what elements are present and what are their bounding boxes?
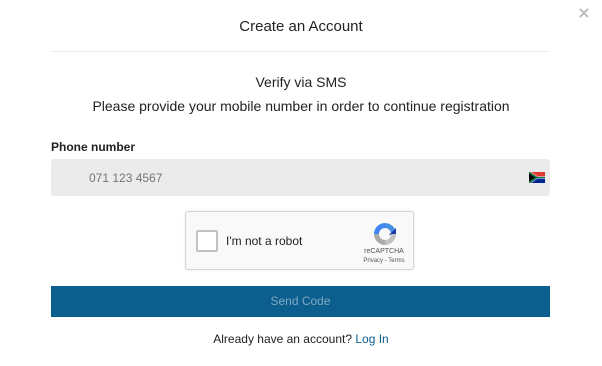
recaptcha-logo-icon bbox=[374, 223, 396, 245]
modal-title: Create an Account bbox=[239, 18, 363, 35]
login-link[interactable]: Log In bbox=[355, 332, 388, 346]
verify-title: Verify via SMS bbox=[255, 74, 347, 90]
recaptcha-privacy-terms[interactable]: Privacy - Terms bbox=[356, 258, 412, 264]
recaptcha-checkbox[interactable] bbox=[196, 230, 218, 252]
login-prompt: Already have an account? Log In bbox=[0, 332, 602, 346]
recaptcha-label: I'm not a robot bbox=[226, 234, 303, 248]
send-code-button[interactable]: Send Code bbox=[51, 286, 550, 317]
phone-number-field bbox=[51, 159, 550, 196]
phone-number-label: Phone number bbox=[51, 140, 136, 154]
login-prompt-text: Already have an account? bbox=[213, 332, 353, 346]
verify-description: Please provide your mobile number in ord… bbox=[92, 98, 510, 114]
south-africa-flag-icon[interactable] bbox=[529, 172, 545, 183]
phone-number-input[interactable] bbox=[89, 159, 509, 196]
header-divider bbox=[51, 51, 550, 52]
recaptcha-widget: I'm not a robot reCAPTCHA Privacy - Term… bbox=[185, 211, 414, 270]
recaptcha-brand: reCAPTCHA bbox=[364, 248, 404, 255]
